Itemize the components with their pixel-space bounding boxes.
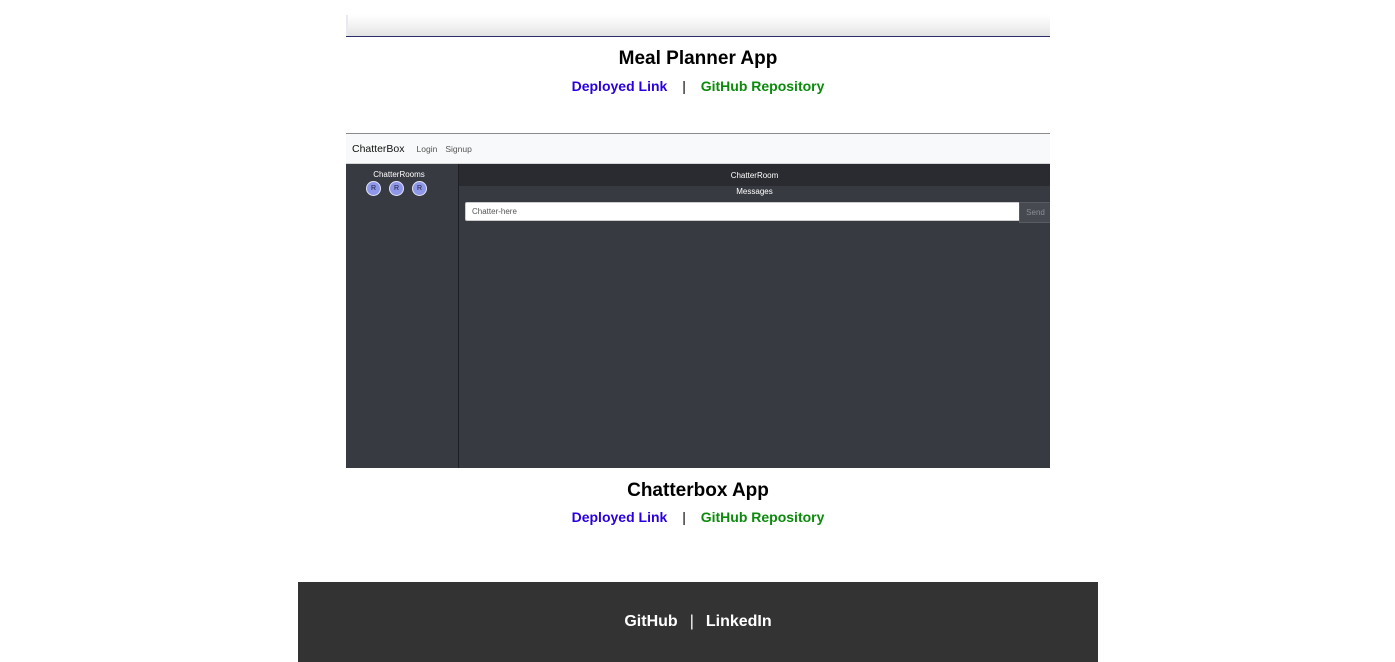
chatterbox-github-link[interactable]: GitHub Repository bbox=[701, 509, 825, 525]
chatterbox-main: ChatterRoom Messages Chatter-here Send bbox=[459, 164, 1050, 468]
chatterbox-room-avatar: R bbox=[389, 181, 404, 196]
chatterbox-room-list: R R R bbox=[366, 181, 427, 196]
chatterbox-screenshot[interactable]: ChatterBox Login Signup ChatterRooms R R… bbox=[346, 133, 1050, 468]
site-footer: GitHub | LinkedIn bbox=[298, 582, 1098, 662]
meal-planner-deployed-link[interactable]: Deployed Link bbox=[572, 78, 668, 94]
footer-github-link[interactable]: GitHub bbox=[624, 613, 677, 631]
meal-planner-screenshot bbox=[346, 15, 1050, 37]
project-title-meal-planner: Meal Planner App bbox=[618, 48, 778, 69]
chatterbox-deployed-link[interactable]: Deployed Link bbox=[572, 509, 668, 525]
chatterbox-messages-label: Messages bbox=[736, 187, 773, 196]
screenshot-edge bbox=[346, 15, 348, 36]
chatterbox-room-avatar: R bbox=[412, 181, 427, 196]
chatterbox-sidebar-title: ChatterRooms bbox=[373, 170, 425, 179]
chatterbox-send-button: Send bbox=[1019, 202, 1050, 223]
link-separator: | bbox=[682, 78, 686, 94]
chatterbox-navbar: ChatterBox Login Signup bbox=[346, 134, 1050, 164]
chatterbox-room-header: ChatterRoom bbox=[459, 164, 1050, 186]
footer-separator: | bbox=[689, 613, 694, 630]
chatterbox-room-avatar: R bbox=[366, 181, 381, 196]
project-title-chatterbox: Chatterbox App bbox=[627, 480, 769, 501]
project-links-meal-planner: Deployed Link | GitHub Repository bbox=[346, 78, 1050, 94]
project-links-chatterbox: Deployed Link | GitHub Repository bbox=[346, 509, 1050, 525]
footer-linkedin-link[interactable]: LinkedIn bbox=[706, 613, 772, 631]
chatterbox-sidebar: ChatterRooms R R R bbox=[346, 164, 459, 468]
chatterbox-nav-login: Login bbox=[416, 143, 438, 154]
link-separator: | bbox=[682, 509, 686, 525]
portfolio-page: Meal Planner App Deployed Link | GitHub … bbox=[0, 0, 1395, 662]
meal-planner-github-link[interactable]: GitHub Repository bbox=[701, 78, 825, 94]
chatterbox-nav-signup: Signup bbox=[445, 143, 472, 154]
chatterbox-message-input: Chatter-here bbox=[465, 202, 1025, 221]
chatterbox-brand: ChatterBox bbox=[352, 142, 405, 155]
